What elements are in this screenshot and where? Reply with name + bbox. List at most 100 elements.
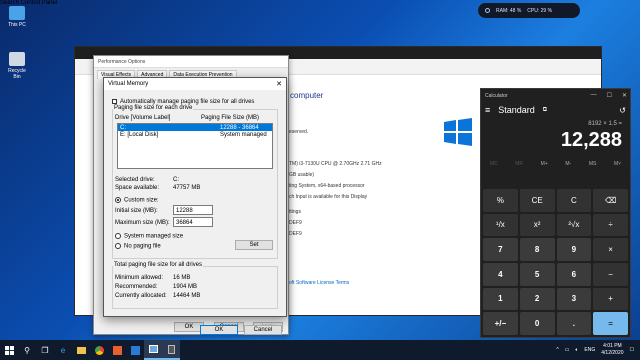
key-multiply[interactable]: × xyxy=(593,238,628,261)
edge-icon[interactable]: e xyxy=(54,340,72,360)
file-explorer-icon[interactable] xyxy=(72,340,90,360)
selected-drive-label: Selected drive: xyxy=(115,177,155,183)
key-5[interactable]: 5 xyxy=(519,262,555,286)
key-1[interactable]: 1 xyxy=(483,287,518,311)
key-0[interactable]: 0 xyxy=(519,312,555,335)
custom-size-radio[interactable]: Custom size: xyxy=(115,197,159,204)
memory-button[interactable]: M- xyxy=(565,161,571,173)
volume-icon[interactable]: 🔈︎ xyxy=(575,347,578,353)
col-drive-header: Drive [Volume Label] xyxy=(115,115,171,121)
app-icon-blue[interactable] xyxy=(126,340,144,360)
radio-icon xyxy=(115,233,121,239)
chrome-icon[interactable] xyxy=(90,340,108,360)
currently-allocated-label: Currently allocated: xyxy=(115,293,167,299)
drive-list[interactable]: C: 12288 - 36864 E: [Local Disk] System … xyxy=(117,123,273,169)
clock-date: 4/12/2020 xyxy=(601,350,624,356)
task-view-icon[interactable]: ❐ xyxy=(36,340,54,360)
key-8[interactable]: 8 xyxy=(519,238,555,261)
recommended-value: 1904 MB xyxy=(173,284,198,290)
initial-size-input[interactable]: 12288 xyxy=(173,205,213,215)
key-6[interactable]: 6 xyxy=(556,262,592,286)
initial-size-label: Initial size (MB): xyxy=(115,208,158,214)
close-icon[interactable]: ✕ xyxy=(276,80,282,88)
settings-heading: ttings xyxy=(289,209,301,215)
gauge-icon xyxy=(485,8,490,13)
memory-button[interactable]: M˅ xyxy=(614,161,621,173)
clock[interactable]: 4:01 PM 4/12/2020 xyxy=(601,343,623,357)
minimum-allowed-value: 16 MB xyxy=(173,275,191,281)
network-icon[interactable]: ▭ xyxy=(565,347,570,353)
virtual-memory-dialog: Virtual Memory ✕ Automatically manage pa… xyxy=(103,77,287,335)
selected-drive-value: C: xyxy=(173,177,179,183)
calculator-taskbar-icon[interactable] xyxy=(162,340,180,360)
drive-size: 12288 - 36864 xyxy=(220,124,259,131)
recycle-bin-icon xyxy=(9,52,25,66)
close-icon[interactable]: ✕ xyxy=(622,92,627,99)
paging-group: Paging file size for each drive Drive [V… xyxy=(112,105,278,259)
key-decimal[interactable]: . xyxy=(556,312,592,335)
currently-allocated-value: 14464 MB xyxy=(173,293,201,299)
desktop-icon-this-pc[interactable]: This PC xyxy=(4,6,30,28)
license-link[interactable]: oft Software License Terms xyxy=(289,280,349,286)
chevron-up-icon[interactable]: ^ xyxy=(556,347,558,353)
control-panel-taskbar-icon[interactable] xyxy=(144,340,162,360)
maximize-icon[interactable]: ☐ xyxy=(607,92,612,99)
memory-button[interactable]: MC xyxy=(490,161,498,173)
notifications-icon[interactable]: ☐ xyxy=(630,347,634,353)
clock-time: 4:01 PM xyxy=(603,343,622,349)
keep-on-top-icon[interactable]: ⧉ xyxy=(543,107,547,114)
taskbar: ⚲ ❐ e ^ ▭ 🔈︎ ENG 4:01 PM 4/12/2020 ☐ xyxy=(0,340,640,360)
key-7[interactable]: 7 xyxy=(483,238,518,261)
no-paging-radio[interactable]: No paging file xyxy=(115,243,161,250)
system-tray: ^ ▭ 🔈︎ ENG 4:01 PM 4/12/2020 ☐ xyxy=(556,340,634,360)
calculator-keypad: % CE C ⌫ ¹/x x² ²√x ÷ 7 8 9 × 4 5 6 − 1 … xyxy=(483,189,628,335)
drive-letter: C: xyxy=(120,124,126,131)
memory-button[interactable]: MR xyxy=(515,161,523,173)
system-copyright: eserved. xyxy=(289,129,309,135)
menu-icon[interactable]: ≡ xyxy=(485,105,490,115)
vm-ok-button[interactable]: OK xyxy=(200,325,238,335)
key-2[interactable]: 2 xyxy=(519,287,555,311)
key-negate[interactable]: +/− xyxy=(483,312,518,335)
system-managed-label: System managed size xyxy=(124,233,184,240)
desktop-icon-recycle-bin[interactable]: Recycle Bin xyxy=(4,52,30,80)
vm-cancel-button[interactable]: Cancel xyxy=(244,325,282,335)
computer-icon xyxy=(9,6,25,20)
minimize-icon[interactable]: — xyxy=(591,92,597,99)
calculator-mode: Standard xyxy=(498,105,535,115)
space-available-value: 47757 MB xyxy=(173,185,201,191)
set-button[interactable]: Set xyxy=(235,240,273,250)
key-clear[interactable]: C xyxy=(556,189,592,212)
memory-bar: MC MR M+ M- MS M˅ xyxy=(481,161,630,173)
app-icon-orange[interactable] xyxy=(108,340,126,360)
system-heading: computer xyxy=(290,91,324,100)
memory-button[interactable]: M+ xyxy=(541,161,548,173)
recommended-label: Recommended: xyxy=(115,284,158,290)
start-button[interactable] xyxy=(0,340,18,360)
drive-row-e[interactable]: E: [Local Disk] System managed xyxy=(118,131,272,138)
key-4[interactable]: 4 xyxy=(483,262,518,286)
system-managed-radio[interactable]: System managed size xyxy=(115,233,183,240)
ram-usage: RAM: 48 % xyxy=(496,7,522,14)
memory-button[interactable]: MS xyxy=(589,161,597,173)
key-reciprocal[interactable]: ¹/x xyxy=(483,213,518,237)
key-subtract[interactable]: − xyxy=(593,262,628,286)
key-divide[interactable]: ÷ xyxy=(593,213,628,237)
key-equals[interactable]: = xyxy=(593,312,628,335)
key-sqrt[interactable]: ²√x xyxy=(556,213,592,237)
key-clear-entry[interactable]: CE xyxy=(519,189,555,212)
key-percent[interactable]: % xyxy=(483,189,518,212)
history-icon[interactable]: ↺ xyxy=(619,106,626,115)
key-add[interactable]: + xyxy=(593,287,628,311)
key-square[interactable]: x² xyxy=(519,213,555,237)
calculator-title-bar: Calculator — ☐ ✕ xyxy=(481,89,630,103)
key-backspace[interactable]: ⌫ xyxy=(593,189,628,212)
key-3[interactable]: 3 xyxy=(556,287,592,311)
language-indicator[interactable]: ENG xyxy=(584,347,595,353)
drive-row-c[interactable]: C: 12288 - 36864 xyxy=(118,124,272,131)
maximum-size-input[interactable]: 36864 xyxy=(173,217,213,227)
space-available-label: Space available: xyxy=(115,185,160,191)
total-paging-label: Total paging file size for all drives xyxy=(113,262,204,268)
search-icon[interactable]: ⚲ xyxy=(18,340,36,360)
key-9[interactable]: 9 xyxy=(556,238,592,261)
